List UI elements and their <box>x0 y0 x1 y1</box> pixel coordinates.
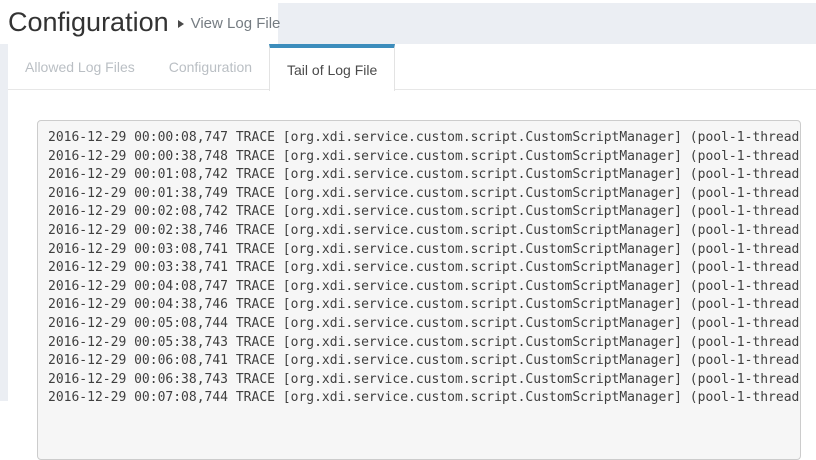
log-line: 2016-12-29 00:00:38,748 TRACE [org.xdi.s… <box>48 148 800 167</box>
log-line: 2016-12-29 00:03:08,741 TRACE [org.xdi.s… <box>48 241 800 260</box>
tab-tail-of-log-file[interactable]: Tail of Log File <box>269 44 395 91</box>
caret-right-icon <box>178 20 184 28</box>
log-line: 2016-12-29 00:02:08,742 TRACE [org.xdi.s… <box>48 203 800 222</box>
page-title: Configuration <box>8 0 169 44</box>
log-line: 2016-12-29 00:01:38,749 TRACE [org.xdi.s… <box>48 185 800 204</box>
log-line: 2016-12-29 00:06:38,743 TRACE [org.xdi.s… <box>48 371 800 390</box>
log-line: 2016-12-29 00:03:38,741 TRACE [org.xdi.s… <box>48 259 800 278</box>
page-header: Configuration View Log File <box>0 0 816 44</box>
tab-content-panel: 2016-12-29 00:00:08,747 TRACE [org.xdi.s… <box>8 90 816 401</box>
log-line: 2016-12-29 00:05:38,743 TRACE [org.xdi.s… <box>48 334 800 353</box>
log-line: 2016-12-29 00:05:08,744 TRACE [org.xdi.s… <box>48 315 800 334</box>
tab-allowed-log-files[interactable]: Allowed Log Files <box>8 44 152 90</box>
log-output: 2016-12-29 00:00:08,747 TRACE [org.xdi.s… <box>37 120 801 460</box>
log-line: 2016-12-29 00:07:08,744 TRACE [org.xdi.s… <box>48 389 800 408</box>
log-line: 2016-12-29 00:04:08,747 TRACE [org.xdi.s… <box>48 278 800 297</box>
log-line: 2016-12-29 00:02:38,746 TRACE [org.xdi.s… <box>48 222 800 241</box>
log-line: 2016-12-29 00:04:38,746 TRACE [org.xdi.s… <box>48 296 800 315</box>
log-line: 2016-12-29 00:06:08,741 TRACE [org.xdi.s… <box>48 352 800 371</box>
breadcrumb: View Log File <box>191 15 281 32</box>
header-background-panel <box>278 3 816 44</box>
log-line: 2016-12-29 00:01:08,742 TRACE [org.xdi.s… <box>48 166 800 185</box>
log-line: 2016-12-29 00:00:08,747 TRACE [org.xdi.s… <box>48 129 800 148</box>
tab-bar: Allowed Log Files Configuration Tail of … <box>8 44 816 90</box>
tab-configuration[interactable]: Configuration <box>152 44 269 90</box>
left-gutter <box>0 40 8 401</box>
